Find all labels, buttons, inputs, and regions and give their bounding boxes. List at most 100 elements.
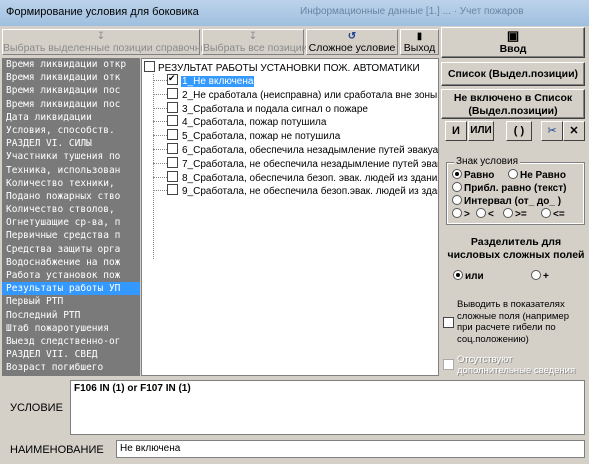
field-list-item[interactable]: Дата ликвидации <box>2 111 140 124</box>
exit-button[interactable]: ▮ Выход <box>400 29 439 55</box>
tree-item-checkbox[interactable] <box>167 115 178 127</box>
field-list-item[interactable]: Огнетушащие ср-ва, п <box>2 216 140 229</box>
sign-le-option[interactable]: <= <box>541 208 565 220</box>
name-field[interactable]: Не включена <box>116 440 585 458</box>
tree-item[interactable]: 1_Не включена <box>153 72 255 87</box>
complex-condition-label: Сложное условие <box>308 42 396 54</box>
sign-gt-label: > <box>464 209 470 220</box>
tree-item[interactable]: 4_Сработала, пожар потушила <box>153 115 327 128</box>
field-list-item[interactable]: Последний РТП <box>2 309 140 322</box>
separator-plus-radio[interactable] <box>531 270 541 280</box>
field-list-item[interactable]: Первичные средства п <box>2 229 140 242</box>
sign-not-equal-radio[interactable] <box>508 169 518 179</box>
not-in-list-button[interactable]: Не включено в Список (Выдел.позиции) <box>441 89 585 119</box>
tree-item[interactable]: 2_Не сработала (неисправна) или сработал… <box>153 87 439 101</box>
field-list-item[interactable]: Штаб пожаротушения <box>2 322 140 335</box>
separator-or-radio[interactable] <box>453 270 463 280</box>
sign-equal-radio[interactable] <box>452 169 462 179</box>
tree-item-checkbox[interactable] <box>167 170 178 182</box>
complex-fields-checkbox[interactable] <box>443 317 454 328</box>
field-list-item[interactable]: Время ликвидации откр <box>2 58 140 71</box>
separator-caption: Разделитель для числовых сложных полей <box>447 236 585 261</box>
reference-tree[interactable]: РЕЗУЛЬТАТ РАБОТЫ УСТАНОВКИ ПОЖ. АВТОМАТИ… <box>141 58 439 376</box>
field-list-item[interactable]: Время ликвидации пос <box>2 84 140 97</box>
not-in-list-label-2: (Выдел.позиции) <box>468 105 558 117</box>
separator-or-option[interactable]: или <box>453 270 484 282</box>
tree-connector <box>153 80 167 81</box>
exit-door-icon: ▮ <box>416 31 423 42</box>
sign-approx-option[interactable]: Прибл. равно (текст) <box>452 182 566 194</box>
tree-item-checkbox[interactable] <box>167 129 178 141</box>
tree-item[interactable]: 6_Сработала, обеспечила незадымление пут… <box>153 143 438 156</box>
sign-equal-option[interactable]: Равно <box>452 169 494 181</box>
cut-button[interactable]: ✂ <box>541 121 563 141</box>
missing-info-checkbox[interactable] <box>443 359 454 370</box>
parentheses-button[interactable]: ( ) <box>506 121 532 141</box>
sign-not-equal-label: Не Равно <box>520 170 566 181</box>
field-list-item[interactable]: РАЗДЕЛ VI. СИЛЫ <box>2 137 140 150</box>
tree-item-checkbox[interactable] <box>167 143 178 154</box>
separator-plus-option[interactable]: + <box>531 270 549 282</box>
title-bar: Формирование условия для боковика Информ… <box>0 0 589 26</box>
tree-item-checkbox[interactable] <box>167 72 178 85</box>
exit-label: Выход <box>403 42 436 54</box>
tree-item-checkbox[interactable] <box>167 184 178 196</box>
field-list-item[interactable]: Условия, способств. <box>2 124 140 137</box>
sign-gt-radio[interactable] <box>452 208 462 218</box>
field-list-item[interactable]: Первый РТП <box>2 295 140 308</box>
field-list-item[interactable]: Средства защиты орга <box>2 243 140 256</box>
tree-connector <box>153 162 167 164</box>
sign-not-equal-option[interactable]: Не Равно <box>508 169 566 181</box>
field-list-item[interactable]: Количество стволов, <box>2 203 140 216</box>
complex-condition-button[interactable]: ↺ Сложное условие <box>306 29 398 55</box>
field-list[interactable]: Время ликвидации откр Время ликвидации от… <box>2 58 140 376</box>
clear-button[interactable]: ✕ <box>563 121 585 141</box>
field-list-item[interactable]: Результаты работы УП <box>2 282 140 296</box>
field-list-item[interactable]: Работа установок пож <box>2 269 140 282</box>
enter-button[interactable]: ▣ Ввод <box>441 27 585 58</box>
sign-lt-option[interactable]: < <box>476 208 494 220</box>
or-label: ИЛИ <box>470 125 492 136</box>
select-highlighted-button[interactable]: ↧ Выбрать выделенные позиции справочника <box>2 29 217 55</box>
tree-item[interactable]: 8_Сработала, обеспечила безоп. эвак. люд… <box>153 170 438 184</box>
and-button[interactable]: И <box>445 121 467 141</box>
tree-root[interactable]: РЕЗУЛЬТАТ РАБОТЫ УСТАНОВКИ ПОЖ. АВТОМАТИ… <box>144 61 420 74</box>
tree-item-label: 2_Не сработала (неисправна) или сработал… <box>182 89 439 101</box>
field-list-item[interactable]: РАЗДЕЛ VII. СВЕД <box>2 348 140 361</box>
field-list-item[interactable]: Количество техники, <box>2 177 140 190</box>
background-window-title: Информационные данные [1.] ... · Учет по… <box>300 6 524 17</box>
tree-item-checkbox[interactable] <box>167 101 178 113</box>
sign-interval-option[interactable]: Интервал (от_ до_ ) <box>452 195 561 207</box>
field-list-item[interactable]: Водоснабжение на пож <box>2 256 140 269</box>
field-list-item[interactable]: Время ликвидации отк <box>2 71 140 84</box>
select-all-button[interactable]: ↧ Выбрать все позиции <box>202 29 308 55</box>
sign-ge-radio[interactable] <box>503 208 513 218</box>
or-button[interactable]: ИЛИ <box>468 121 494 141</box>
parentheses-label: ( ) <box>513 125 525 137</box>
tree-item[interactable]: 7_Сработала, не обеспечила незадымление … <box>153 156 438 170</box>
field-list-item[interactable]: Время ликвидации пос <box>2 98 140 111</box>
sign-interval-label: Интервал (от_ до_ ) <box>464 196 562 207</box>
sign-ge-option[interactable]: >= <box>503 208 527 220</box>
tree-connector <box>153 190 167 192</box>
field-list-item[interactable]: Возраст погибшего <box>2 361 140 374</box>
tree-item[interactable]: 3_Сработала и подала сигнал о пожаре <box>153 101 369 115</box>
tree-item-checkbox[interactable] <box>167 156 178 168</box>
list-button[interactable]: Список (Выдел.позиции) <box>441 62 585 86</box>
sign-lt-radio[interactable] <box>476 208 486 218</box>
tree-item-checkbox[interactable] <box>167 87 178 99</box>
sign-gt-option[interactable]: > <box>452 208 470 220</box>
field-list-item[interactable]: Подано пожарных ство <box>2 190 140 203</box>
field-list-item[interactable]: Участники тушения по <box>2 150 140 163</box>
sign-interval-radio[interactable] <box>452 195 462 205</box>
field-list-item[interactable]: Техника, использован <box>2 164 140 177</box>
condition-label: УСЛОВИЕ <box>10 402 63 414</box>
sign-approx-radio[interactable] <box>452 182 462 192</box>
condition-field[interactable]: F106 IN (1) or F107 IN (1) <box>70 380 585 435</box>
sign-le-radio[interactable] <box>541 208 551 218</box>
tree-connector <box>153 149 167 150</box>
field-list-item[interactable]: Выезд следственно-ог <box>2 335 140 348</box>
tree-item[interactable]: 9_Сработала, не обеспечила безоп.эвак. л… <box>153 184 438 197</box>
tree-root-checkbox[interactable] <box>144 61 155 72</box>
tree-item[interactable]: 5_Сработала, пожар не потушила <box>153 129 341 142</box>
